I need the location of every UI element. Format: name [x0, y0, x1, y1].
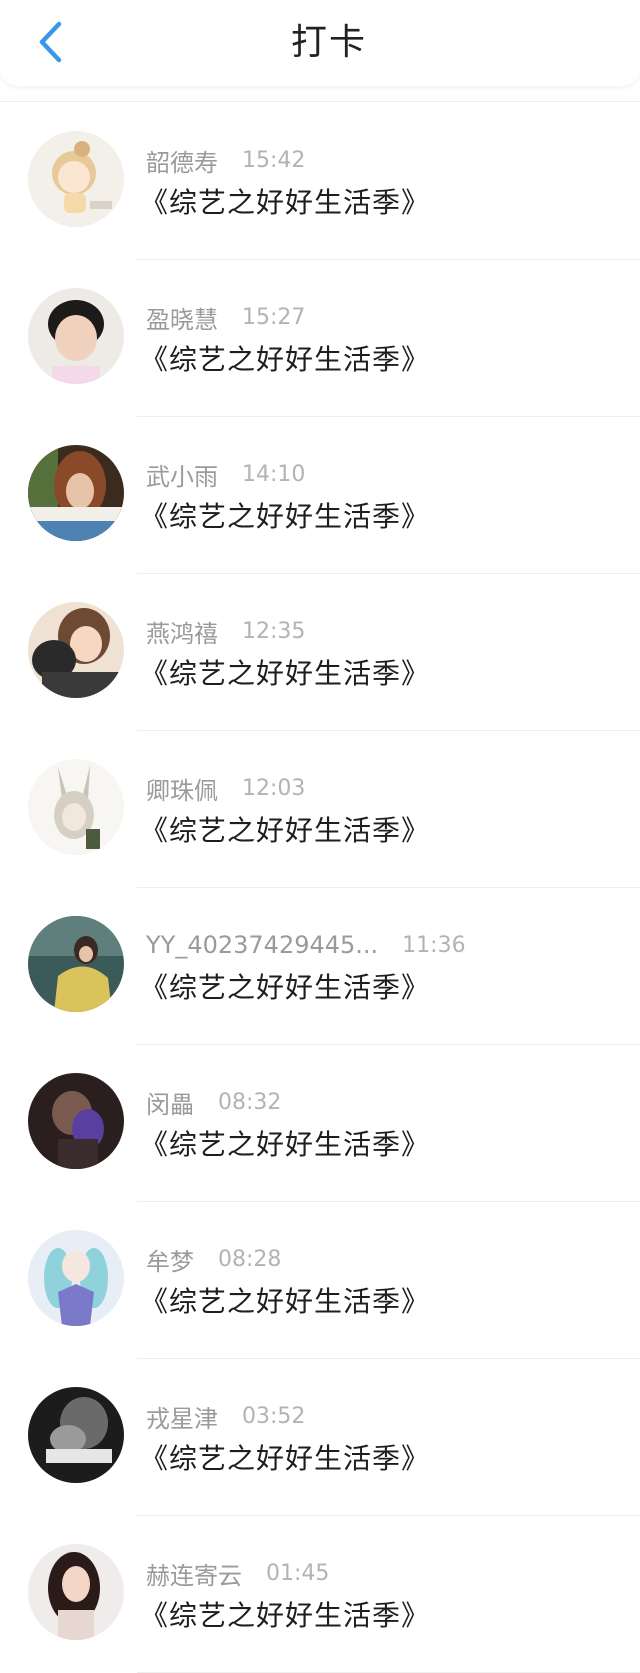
avatar[interactable] — [28, 759, 124, 855]
avatar[interactable] — [28, 1387, 124, 1483]
checkin-title: 《综艺之好好生活季》 — [140, 1442, 431, 1475]
checkin-row[interactable]: 盈晓慧 15:27 《综艺之好好生活季》 — [0, 260, 640, 417]
user-name: 韶德寿 — [146, 148, 218, 177]
page-title: 打卡 — [290, 22, 367, 63]
checkin-row[interactable]: 闵畾 08:32 《综艺之好好生活季》 — [0, 1045, 640, 1202]
checkin-title: 《综艺之好好生活季》 — [140, 1128, 431, 1161]
user-name: 戎星津 — [146, 1404, 218, 1433]
avatar[interactable] — [28, 1544, 124, 1640]
checkin-row[interactable]: 韶德寿 15:42 《综艺之好好生活季》 — [0, 103, 640, 260]
checkin-row[interactable]: YY_40237429445... 11:36 《综艺之好好生活季》 — [0, 888, 640, 1045]
checkin-title: 《综艺之好好生活季》 — [140, 1285, 431, 1318]
timestamp: 01:45 — [266, 1560, 330, 1586]
checkin-title: 《综艺之好好生活季》 — [140, 814, 431, 847]
user-name: 牟梦 — [146, 1247, 194, 1276]
timestamp: 03:52 — [242, 1403, 306, 1429]
timestamp: 12:35 — [242, 618, 306, 644]
avatar[interactable] — [28, 916, 124, 1012]
divider — [0, 101, 640, 102]
avatar[interactable] — [28, 445, 124, 541]
checkin-row[interactable]: 戎星津 03:52 《综艺之好好生活季》 — [0, 1359, 640, 1516]
user-name: YY_40237429445... — [146, 931, 379, 959]
user-name: 赫连寄云 — [146, 1561, 242, 1590]
avatar[interactable] — [28, 1073, 124, 1169]
checkin-title: 《综艺之好好生活季》 — [140, 971, 431, 1004]
timestamp: 08:28 — [218, 1246, 282, 1272]
avatar[interactable] — [28, 1230, 124, 1326]
checkin-row[interactable]: 燕鸿禧 12:35 《综艺之好好生活季》 — [0, 574, 640, 731]
user-name: 盈晓慧 — [146, 305, 218, 334]
checkin-title: 《综艺之好好生活季》 — [140, 657, 431, 690]
timestamp: 08:32 — [218, 1089, 282, 1115]
timestamp: 11:36 — [402, 932, 466, 958]
timestamp: 12:03 — [242, 775, 306, 801]
checkin-title: 《综艺之好好生活季》 — [140, 186, 431, 219]
checkin-row[interactable]: 赫连寄云 01:45 《综艺之好好生活季》 — [0, 1516, 640, 1673]
timestamp: 15:27 — [242, 304, 306, 330]
checkin-title: 《综艺之好好生活季》 — [140, 500, 431, 533]
checkin-row[interactable]: 牟梦 08:28 《综艺之好好生活季》 — [0, 1202, 640, 1359]
checkin-list: 韶德寿 15:42 《综艺之好好生活季》 盈晓慧 15:27 《综艺之好好生活季… — [0, 103, 640, 1673]
user-name: 卿珠佩 — [146, 776, 218, 805]
avatar[interactable] — [28, 131, 124, 227]
user-name: 闵畾 — [146, 1090, 194, 1119]
timestamp: 15:42 — [242, 147, 306, 173]
avatar[interactable] — [28, 288, 124, 384]
checkin-row[interactable]: 卿珠佩 12:03 《综艺之好好生活季》 — [0, 731, 640, 888]
user-name: 燕鸿禧 — [146, 619, 218, 648]
checkin-title: 《综艺之好好生活季》 — [140, 343, 431, 376]
avatar[interactable] — [28, 602, 124, 698]
navigation-bar: 打卡 — [0, 0, 640, 86]
checkin-title: 《综艺之好好生活季》 — [140, 1599, 431, 1632]
user-name: 武小雨 — [146, 462, 218, 491]
timestamp: 14:10 — [242, 461, 306, 487]
checkin-row[interactable]: 武小雨 14:10 《综艺之好好生活季》 — [0, 417, 640, 574]
